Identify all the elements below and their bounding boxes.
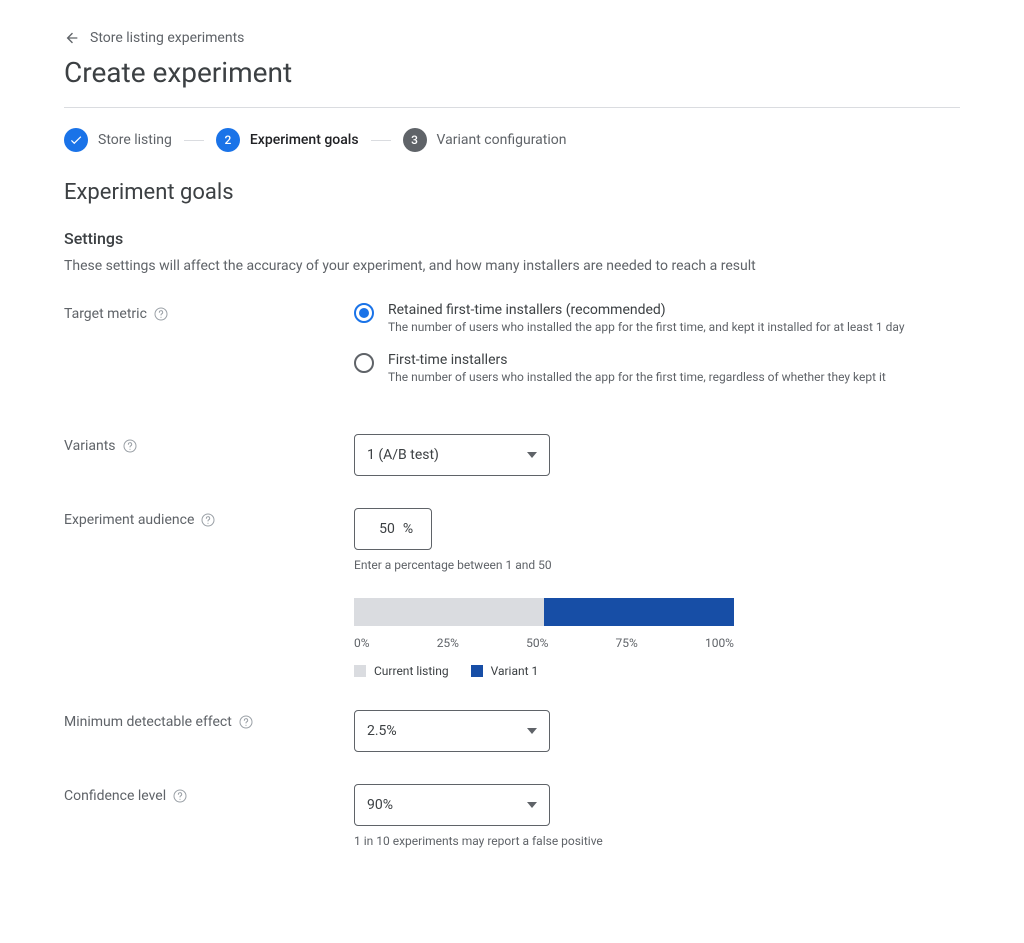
step-separator	[371, 140, 391, 141]
experiment-audience-helper: Enter a percentage between 1 and 50	[354, 558, 960, 572]
help-icon[interactable]	[172, 788, 188, 804]
experiment-audience-input[interactable]	[373, 520, 397, 538]
step-variant-configuration[interactable]: 3 Variant configuration	[403, 128, 567, 152]
help-icon[interactable]	[153, 306, 169, 322]
chevron-down-icon	[527, 800, 537, 810]
radio-desc: The number of users who installed the ap…	[388, 320, 905, 334]
experiment-audience-label: Experiment audience	[64, 508, 354, 528]
legend-swatch-icon	[471, 665, 483, 677]
step-label: Store listing	[98, 132, 172, 148]
audience-ticks: 0% 25% 50% 75% 100%	[354, 636, 734, 650]
step-separator	[184, 140, 204, 141]
mde-select[interactable]: 2.5%	[354, 710, 550, 752]
chevron-down-icon	[527, 450, 537, 460]
bar-segment-variant	[544, 598, 734, 626]
divider	[64, 107, 960, 108]
step-store-listing[interactable]: Store listing	[64, 128, 172, 152]
confidence-helper: 1 in 10 experiments may report a false p…	[354, 834, 960, 848]
variants-label: Variants	[64, 434, 354, 454]
step-label: Experiment goals	[250, 132, 359, 148]
step-label: Variant configuration	[437, 132, 567, 148]
mde-label: Minimum detectable effect	[64, 710, 354, 730]
settings-subtitle: Settings	[64, 229, 960, 248]
confidence-select[interactable]: 90%	[354, 784, 550, 826]
step-circle-active: 2	[216, 128, 240, 152]
audience-legend: Current listing Variant 1	[354, 664, 734, 678]
section-title: Experiment goals	[64, 180, 960, 205]
percent-suffix: %	[403, 521, 413, 537]
breadcrumb-label: Store listing experiments	[90, 30, 244, 46]
audience-bar	[354, 598, 734, 626]
breadcrumb-back[interactable]: Store listing experiments	[64, 30, 244, 46]
variants-select[interactable]: 1 (A/B test)	[354, 434, 550, 476]
check-icon	[69, 133, 83, 147]
settings-description: These settings will affect the accuracy …	[64, 258, 960, 274]
radio-button-unchecked	[354, 353, 374, 373]
help-icon[interactable]	[122, 438, 138, 454]
radio-button-checked	[354, 303, 374, 323]
help-icon[interactable]	[200, 512, 216, 528]
bar-segment-current	[354, 598, 544, 626]
chevron-down-icon	[527, 726, 537, 736]
audience-distribution-chart: 0% 25% 50% 75% 100% Current listing Vari…	[354, 598, 734, 678]
experiment-audience-input-wrap: %	[354, 508, 432, 550]
help-icon[interactable]	[238, 714, 254, 730]
arrow-left-icon	[64, 30, 80, 46]
legend-swatch-icon	[354, 665, 366, 677]
step-circle-pending: 3	[403, 128, 427, 152]
stepper: Store listing 2 Experiment goals 3 Varia…	[64, 128, 960, 152]
target-metric-label: Target metric	[64, 302, 354, 322]
radio-first-time-installers[interactable]: First-time installers The number of user…	[354, 352, 960, 384]
radio-retained-installers[interactable]: Retained first-time installers (recommen…	[354, 302, 960, 334]
radio-desc: The number of users who installed the ap…	[388, 370, 886, 384]
step-experiment-goals[interactable]: 2 Experiment goals	[216, 128, 359, 152]
legend-current: Current listing	[354, 664, 449, 678]
page-title: Create experiment	[64, 56, 960, 89]
radio-title: Retained first-time installers (recommen…	[388, 302, 905, 318]
radio-title: First-time installers	[388, 352, 886, 368]
step-circle-done	[64, 128, 88, 152]
confidence-label: Confidence level	[64, 784, 354, 804]
legend-variant: Variant 1	[471, 664, 539, 678]
